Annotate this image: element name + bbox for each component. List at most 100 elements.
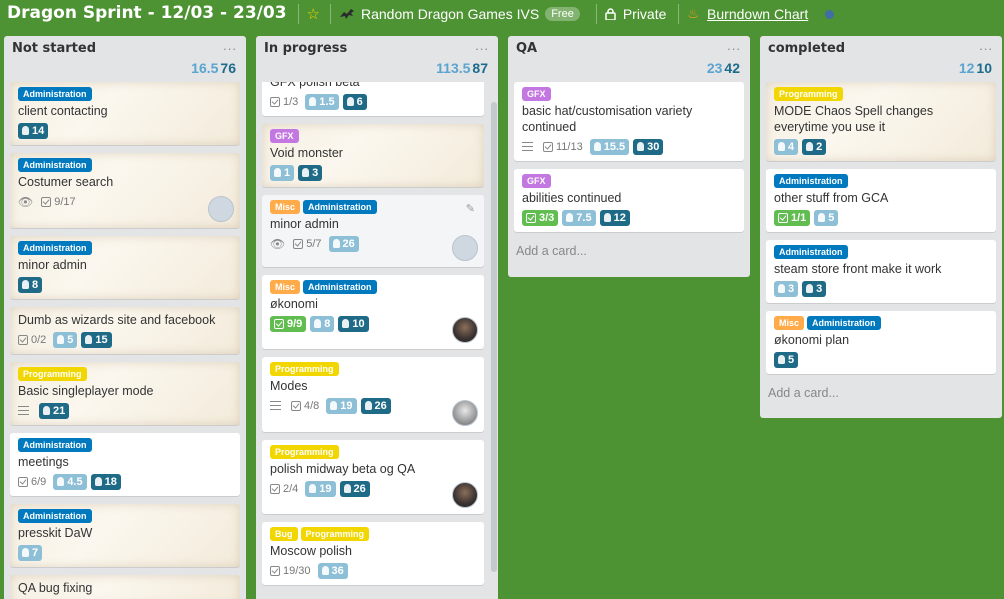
bulb-icon [321, 566, 329, 575]
card-title: Modes [270, 379, 308, 393]
card[interactable]: GFX Void monster 13 [262, 124, 484, 187]
card[interactable]: Administration client contacting 14 [10, 82, 240, 145]
estimate-badge: 7 [18, 544, 43, 561]
checklist-badge: 5/7 [293, 238, 322, 250]
member-avatar[interactable] [452, 400, 478, 426]
points-badge: 12 [599, 209, 630, 226]
points-estimate: 23 [706, 60, 723, 76]
card-title: Void monster [270, 146, 343, 160]
list-title[interactable]: QA [516, 41, 537, 56]
lock-icon [605, 8, 616, 20]
card[interactable]: Administration meetings 6/9 4.5 18 [10, 433, 240, 496]
card-label: Misc [270, 200, 301, 214]
checklist-icon [18, 476, 28, 487]
card[interactable]: Misc Administration økonomi plan 5 [766, 311, 996, 374]
card[interactable]: Administration Costumer search 👁 9/17 [10, 153, 240, 228]
edit-pencil-icon[interactable]: ✎ [466, 202, 475, 215]
list-completed: completed ... 12 10 Programming MODE Chao… [760, 36, 1002, 418]
checklist-badge: 2/4 [270, 483, 298, 495]
points-badge: 8 [18, 276, 43, 293]
member-avatar[interactable] [208, 196, 234, 222]
bulb-icon [22, 548, 29, 557]
checklist-complete-badge: 9/9 [270, 315, 307, 332]
list-title[interactable]: In progress [264, 41, 347, 56]
card[interactable]: Programming Basic singleplayer mode 21 [10, 362, 240, 425]
globe-icon[interactable] [825, 9, 835, 19]
estimate-badge: 26 [328, 235, 359, 252]
points-badge: 6 [342, 93, 367, 110]
card-title: basic hat/customisation variety continue… [522, 104, 693, 134]
card[interactable]: Administration steam store front make it… [766, 240, 996, 303]
list-title[interactable]: Not started [12, 41, 96, 56]
card[interactable]: Dumb as wizards site and facebook 0/2 5 15 [10, 307, 240, 354]
estimate-badge: 1.5 [305, 93, 339, 110]
add-card-button[interactable]: Add a card... [508, 240, 750, 266]
description-icon [18, 406, 29, 415]
card[interactable]: Administration other stuff from GCA 1/1 5 [766, 169, 996, 232]
bulb-icon [346, 97, 354, 106]
points-estimate: 113.5 [436, 60, 471, 76]
card-label: Programming [774, 87, 843, 101]
bulb-icon [593, 142, 601, 151]
card[interactable]: Administration minor admin 8 [10, 236, 240, 299]
points-badge: 14 [18, 122, 49, 139]
estimate-badge: 5 [53, 331, 78, 348]
list-title[interactable]: completed [768, 41, 845, 56]
watch-icon: 👁 [18, 194, 34, 209]
points-badge: 15 [81, 331, 112, 348]
card[interactable]: GFX basic hat/customisation variety cont… [514, 82, 744, 161]
list-header[interactable]: completed ... [760, 36, 1002, 60]
list-scrollbar[interactable] [491, 102, 497, 572]
member-avatar[interactable] [452, 317, 478, 343]
estimate-badge: 5 [814, 209, 839, 226]
points-badge: 3 [298, 164, 323, 181]
card[interactable]: Programming MODE Chaos Spell changes eve… [766, 82, 996, 161]
watch-icon: 👁 [270, 236, 286, 251]
bulb-icon [309, 97, 317, 106]
card-title: presskit DaW [18, 526, 93, 540]
list-header[interactable]: In progress ... [256, 36, 498, 60]
points-estimate: 12 [958, 60, 975, 76]
card[interactable]: Programming Modes 4/8 19 26 [262, 357, 484, 432]
star-icon[interactable]: ☆ [307, 5, 320, 23]
bulb-icon [22, 280, 29, 289]
list-header[interactable]: QA ... [508, 36, 750, 60]
card[interactable]: QA bug fixing [10, 575, 240, 599]
team-name: Random Dragon Games IVS [360, 6, 540, 22]
card[interactable]: GFX polish beta 1/3 1.5 6 [262, 82, 484, 116]
card-label: Administration [303, 280, 377, 294]
burndown-label: Burndown Chart [707, 6, 809, 22]
card-title: Costumer search [18, 175, 114, 189]
list-menu-button[interactable]: ... [727, 38, 741, 53]
checklist-badge: 9/17 [41, 196, 76, 208]
card[interactable]: Administration presskit DaW 7 [10, 504, 240, 567]
card[interactable]: Bug Programming Moscow polish 19/30 36 [262, 522, 484, 585]
list-menu-button[interactable]: ... [475, 38, 489, 53]
card-label: Programming [18, 367, 87, 381]
list-not-started: Not started ... 16.5 76 Administration cl… [4, 36, 246, 599]
card-label: GFX [522, 87, 551, 101]
add-card-button[interactable]: Add a card... [760, 382, 1002, 408]
estimate-badge: 3 [774, 280, 799, 297]
list-points: 23 42 [508, 60, 750, 82]
team-link[interactable]: Random Dragon Games IVS Free [339, 6, 580, 22]
visibility-button[interactable]: Private [605, 6, 667, 22]
bulb-icon [274, 168, 281, 177]
bulb-icon [364, 401, 372, 410]
card[interactable]: Misc Administration ✎ minor admin 👁 5/7 26 [262, 195, 484, 267]
card-title: økonomi [270, 297, 318, 311]
board-title[interactable]: Dragon Sprint - 12/03 - 23/03 [7, 3, 287, 23]
card[interactable]: Programming polish midway beta og QA 2/4… [262, 440, 484, 514]
burndown-link[interactable]: ♨ Burndown Chart [687, 6, 808, 22]
list-in-progress: In progress ... 113.5 87 GFX polish beta … [256, 36, 498, 599]
list-menu-button[interactable]: ... [979, 38, 993, 53]
member-avatar[interactable] [452, 235, 478, 261]
card-list: Administration client contacting 14 Admi… [4, 82, 246, 599]
list-header[interactable]: Not started ... [4, 36, 246, 60]
points-total: 76 [220, 60, 236, 76]
member-avatar[interactable] [452, 482, 478, 508]
list-menu-button[interactable]: ... [223, 38, 237, 53]
visibility-label: Private [622, 6, 667, 22]
card[interactable]: GFX abilities continued 3/3 7.5 12 [514, 169, 744, 232]
card[interactable]: Misc Administration økonomi 9/9 8 10 [262, 275, 484, 349]
